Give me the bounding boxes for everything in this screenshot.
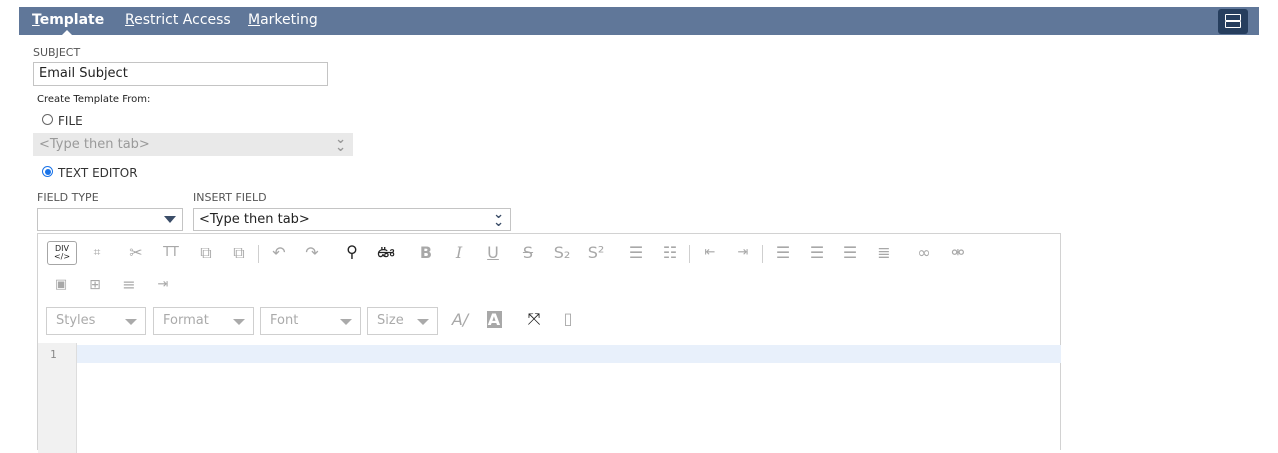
background-color-icon[interactable]: A [482, 310, 506, 330]
tab-marketing[interactable]: Marketing [248, 12, 318, 28]
show-blocks-icon[interactable]: ⌗ [85, 242, 109, 262]
table-icon[interactable]: ⊞ [83, 275, 107, 295]
align-left-icon[interactable]: ☰ [771, 243, 795, 263]
bold-icon[interactable]: B [414, 243, 438, 263]
double-chevron-icon: ⌄ ⌄ [493, 208, 504, 230]
dropdown-arrow-icon [417, 319, 429, 325]
tab-restrict-label: estrict Access [134, 12, 231, 28]
indent-icon[interactable]: ⇥ [731, 243, 755, 263]
superscript-icon[interactable]: S² [584, 243, 608, 263]
tab-restrict-accesskey: R [125, 12, 135, 28]
layout-toggle-button[interactable] [1218, 9, 1248, 34]
dropdown-arrow-icon [125, 319, 137, 325]
file-select: <Type then tab> ⌄ ⌄ [33, 133, 353, 156]
subtab-bar: Template Restrict Access Marketing [19, 7, 1259, 35]
align-right-icon[interactable]: ☰ [838, 243, 862, 263]
underline-icon[interactable]: U [481, 243, 505, 263]
dropdown-arrow-icon [340, 319, 352, 325]
redo-icon[interactable]: ↷ [300, 243, 324, 263]
outdent-icon[interactable]: ⇤ [698, 243, 722, 263]
text-editor-radio[interactable] [42, 166, 53, 177]
insert-field-value: <Type then tab> [199, 212, 310, 227]
link-icon[interactable]: ∞ [912, 243, 936, 263]
field-type-select[interactable] [37, 208, 183, 231]
text-transform-icon[interactable]: TT [159, 243, 183, 263]
editor-active-line[interactable] [77, 345, 1061, 363]
insert-field-label: INSERT FIELD [193, 191, 267, 204]
show-blocks-alt-icon[interactable]: ▯ [556, 309, 580, 329]
size-dropdown[interactable]: Size [367, 307, 438, 335]
page-break-icon[interactable]: ⇥ [151, 275, 175, 295]
file-radio-label: FILE [58, 114, 83, 128]
file-radio[interactable] [42, 114, 53, 125]
font-dropdown[interactable]: Font [260, 307, 361, 335]
justify-icon[interactable]: ≣ [872, 243, 896, 263]
unlink-icon[interactable]: ⚮ [946, 243, 970, 263]
double-chevron-icon: ⌄ ⌄ [335, 133, 346, 155]
tab-template-label: emplate [39, 12, 105, 28]
line-number-gutter [38, 343, 77, 453]
subject-input[interactable]: Email Subject [33, 62, 328, 86]
cut-icon[interactable]: ✂ [124, 243, 148, 263]
bulleted-list-icon[interactable]: ☷ [658, 243, 682, 263]
find-icon[interactable]: ⚲ [340, 242, 364, 262]
paste-icon[interactable]: ⧉ [194, 243, 218, 263]
italic-icon[interactable]: I [447, 243, 471, 263]
styles-dropdown-label: Styles [56, 313, 96, 328]
strikethrough-icon[interactable]: S [516, 243, 540, 263]
subject-label: SUBJECT [33, 46, 81, 59]
text-editor-radio-label: TEXT EDITOR [58, 166, 138, 180]
text-color-icon[interactable]: A/ [448, 310, 472, 330]
horizontal-rule-icon[interactable]: ≡ [117, 275, 141, 295]
dropdown-arrow-icon [233, 319, 245, 325]
layout-toggle-icon [1225, 14, 1241, 21]
align-center-icon[interactable]: ☰ [805, 243, 829, 263]
subscript-icon[interactable]: S₂ [550, 243, 574, 263]
styles-dropdown[interactable]: Styles [46, 307, 146, 335]
dropdown-arrow-icon [164, 216, 176, 223]
tab-template[interactable]: Template [32, 12, 104, 28]
tab-marketing-accesskey: M [248, 12, 261, 28]
active-tab-caret [62, 30, 72, 35]
numbered-list-icon[interactable]: ☰ [624, 243, 648, 263]
paste-text-icon[interactable]: ⧉ [227, 243, 251, 263]
line-number: 1 [50, 348, 57, 361]
toolbar-separator [689, 245, 690, 263]
toolbar-separator [258, 245, 259, 263]
image-icon[interactable]: ▣ [49, 275, 73, 295]
font-dropdown-label: Font [270, 313, 299, 328]
source-code-button[interactable]: DIV </> [47, 241, 77, 265]
file-select-placeholder: <Type then tab> [39, 137, 150, 152]
layout-toggle-icon-lower [1225, 21, 1241, 28]
maximize-icon[interactable]: ⤧ [522, 309, 546, 329]
create-template-from-label: Create Template From: [37, 94, 151, 105]
spellcheck-icon[interactable]: ఊ [374, 242, 398, 262]
size-dropdown-label: Size [377, 313, 404, 328]
tab-restrict-access[interactable]: Restrict Access [125, 12, 231, 28]
field-type-label: FIELD TYPE [37, 191, 99, 204]
undo-icon[interactable]: ↶ [267, 243, 291, 263]
rich-text-editor: DIV </> ⌗ ✂ TT ⧉ ⧉ ↶ ↷ ⚲ ఊ B I U S S₂ S² … [37, 233, 1061, 453]
format-dropdown-label: Format [163, 313, 209, 328]
toolbar-separator [762, 245, 763, 263]
insert-field-select[interactable]: <Type then tab> ⌄ ⌄ [193, 208, 511, 231]
format-dropdown[interactable]: Format [153, 307, 254, 335]
tab-marketing-label: arketing [260, 12, 318, 28]
tab-template-accesskey: T [32, 12, 40, 28]
